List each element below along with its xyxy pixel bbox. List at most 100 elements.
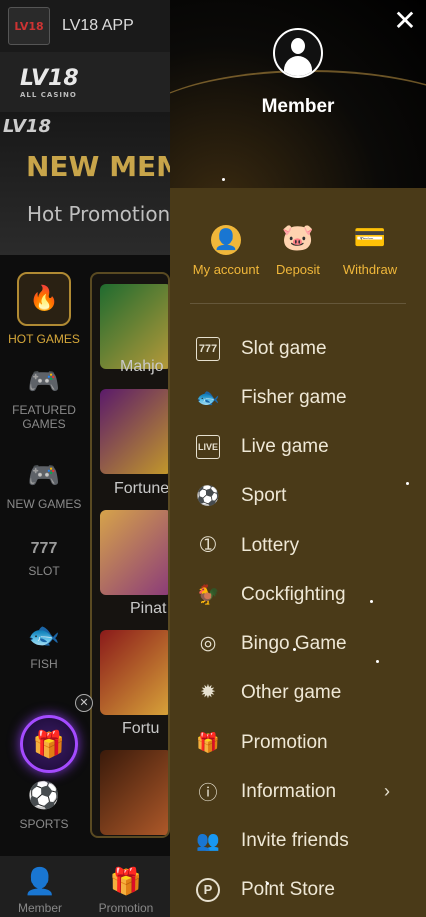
category-featured-games[interactable]: 🎮 FEATURED GAMES: [0, 366, 88, 431]
category-label: FEATURED GAMES: [12, 403, 76, 431]
account-icon: 👤: [188, 222, 264, 256]
point-store-icon: P: [196, 877, 220, 902]
category-sports[interactable]: ⚽ SPORTS: [0, 780, 88, 831]
category-label: SLOT: [28, 564, 60, 578]
quick-action-label: My account: [192, 262, 260, 277]
gift-icon: 🎁: [109, 866, 143, 896]
bottom-nav-member[interactable]: 👤 Member: [0, 866, 80, 915]
menu-item-label: Fisher game: [241, 386, 347, 408]
bottom-nav-label: Member: [17, 901, 62, 915]
chevron-right-icon: ›: [384, 781, 390, 801]
banner-sub: Hot Promotion: [27, 202, 170, 226]
live-tv-icon: LIVE: [196, 434, 220, 459]
menu-item-label: Information: [241, 780, 337, 802]
rooster-icon: 🐓: [196, 584, 220, 606]
menu-item-information[interactable]: ⓘ Information ›: [170, 767, 426, 816]
category-slot[interactable]: 777 SLOT: [0, 540, 88, 578]
avatar-body: [284, 56, 312, 76]
withdraw-button[interactable]: 💳 Withdraw: [332, 222, 408, 277]
category-label: NEW GAMES: [6, 497, 82, 511]
flame-icon: 🔥: [17, 272, 71, 326]
category-new-games[interactable]: 🎮 NEW GAMES: [0, 460, 88, 511]
member-label: Member: [261, 96, 335, 117]
game-thumbnail[interactable]: [100, 510, 168, 595]
brand-logo-text: LV18: [20, 65, 79, 91]
banner-logo: LV18: [3, 116, 51, 137]
drawer-header: Member ✕: [170, 0, 426, 188]
category-label: SPORTS: [19, 817, 69, 831]
close-floating-icon[interactable]: ✕: [75, 694, 93, 712]
menu-item-label: Invite friends: [241, 829, 349, 851]
brand-tagline: ALL CASINO: [20, 90, 77, 99]
game-thumbnail[interactable]: [100, 750, 168, 835]
menu-item-label: Slot game: [241, 337, 327, 359]
menu-item-label: Live game: [241, 435, 329, 457]
menu-item-slot-game[interactable]: 777 Slot game: [170, 324, 426, 373]
menu-item-label: Lottery: [241, 534, 300, 556]
withdraw-card-icon: 💳: [353, 222, 387, 252]
menu-item-sport[interactable]: ⚽ Sport: [170, 471, 426, 520]
piggy-bank-icon: 🐷: [281, 222, 315, 252]
menu-item-label: Cockfighting: [241, 583, 346, 605]
app-title: LV18 APP: [62, 17, 134, 34]
game-thumbnail[interactable]: [100, 284, 168, 369]
menu-item-promotion[interactable]: 🎁 Promotion: [170, 718, 426, 767]
promo-banner[interactable]: LV18 NEW MEMBER Hot Promotion fre: [0, 112, 170, 255]
gamepad-icon: 🎮: [27, 366, 61, 396]
fish-icon: 🐟: [27, 620, 61, 650]
bingo-icon: ◎: [199, 633, 217, 654]
game-thumbnail[interactable]: [100, 389, 168, 474]
slot-777-icon: 777: [196, 336, 220, 361]
sparkle: [406, 482, 409, 485]
avatar-head: [291, 38, 305, 54]
menu-item-lottery[interactable]: ➀ Lottery: [170, 521, 426, 570]
app-logo: LV18: [8, 7, 50, 45]
avatar[interactable]: [273, 28, 323, 78]
game-title: Pinat: [130, 600, 167, 617]
member-icon: 👤: [23, 866, 57, 896]
soccer-ball-icon: ⚽: [196, 485, 220, 507]
divider: [190, 303, 406, 304]
my-account-button[interactable]: 👤 My account: [188, 222, 264, 277]
brand-strip: LV18 ALL CASINO: [0, 52, 170, 112]
floating-treasure-chest-icon[interactable]: 🎁: [20, 715, 78, 773]
decorative-arc: [170, 70, 426, 188]
soccer-ball-icon: ⚽: [27, 780, 61, 810]
menu-item-label: Sport: [241, 484, 287, 506]
menu-item-fisher-game[interactable]: 🐟 Fisher game: [170, 373, 426, 422]
game-thumbnail[interactable]: [100, 630, 168, 715]
category-fish[interactable]: 🐟 FISH: [0, 620, 88, 671]
quick-action-label: Withdraw: [342, 262, 398, 277]
other-game-icon: ✹: [200, 682, 216, 703]
brand-logo[interactable]: LV18 ALL CASINO: [20, 66, 79, 99]
menu-item-other-game[interactable]: ✹ Other game: [170, 668, 426, 717]
sparkle: [370, 600, 373, 603]
close-icon[interactable]: ✕: [392, 7, 418, 35]
sparkle: [266, 882, 269, 885]
game-title: Fortune: [114, 480, 170, 497]
menu-item-cockfighting[interactable]: 🐓 Cockfighting: [170, 570, 426, 619]
banner-headline: NEW MEMBER: [26, 150, 170, 183]
deposit-button[interactable]: 🐷 Deposit: [260, 222, 336, 277]
menu-item-bingo-game[interactable]: ◎ Bingo Game: [170, 619, 426, 668]
category-label: FISH: [30, 657, 58, 671]
game-list: Mahjo Fortune Pinat Fortu: [90, 272, 170, 838]
menu-item-label: Promotion: [241, 731, 328, 753]
lottery-ball-icon: ➀: [200, 535, 216, 556]
menu-item-label: Other game: [241, 681, 342, 703]
fish-icon: 🐟: [196, 387, 220, 409]
gamepad-icon: 🎮: [27, 460, 61, 490]
invite-friends-icon: 👥: [196, 830, 220, 852]
sparkle: [222, 178, 225, 181]
menu-item-point-store[interactable]: P Point Store: [170, 865, 426, 914]
game-title: Fortu: [122, 720, 160, 737]
bottom-nav-promotion[interactable]: 🎁 Promotion: [86, 866, 166, 915]
menu-item-invite-friends[interactable]: 👥 Invite friends: [170, 816, 426, 865]
sparkle: [376, 660, 379, 663]
menu-item-live-game[interactable]: LIVE Live game: [170, 422, 426, 471]
category-label: HOT GAMES: [8, 332, 80, 346]
quick-actions: 👤 My account 🐷 Deposit 💳 Withdraw: [188, 222, 410, 282]
category-hot-games[interactable]: 🔥 HOT GAMES: [0, 272, 88, 346]
menu-item-label: Bingo Game: [241, 632, 347, 654]
member-drawer: Member ✕ 👤 My account 🐷 Deposit 💳 Withdr…: [170, 0, 426, 917]
